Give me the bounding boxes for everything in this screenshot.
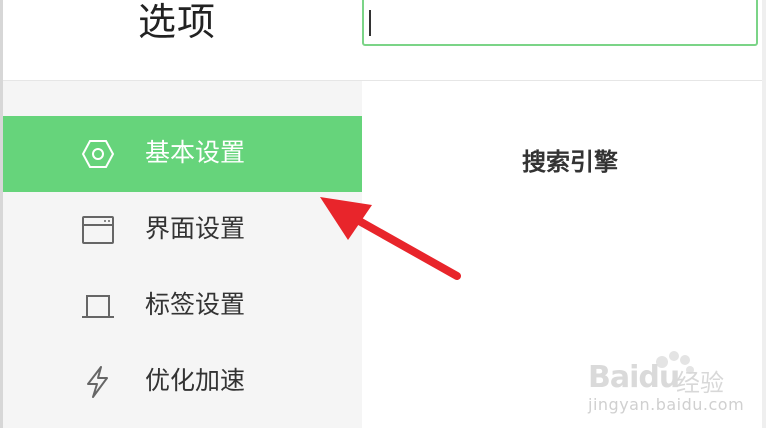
watermark-jingyan: 经验 (676, 369, 724, 397)
watermark-brand: Baidu (588, 360, 680, 395)
watermark-url: jingyan.baidu.com (588, 395, 745, 414)
